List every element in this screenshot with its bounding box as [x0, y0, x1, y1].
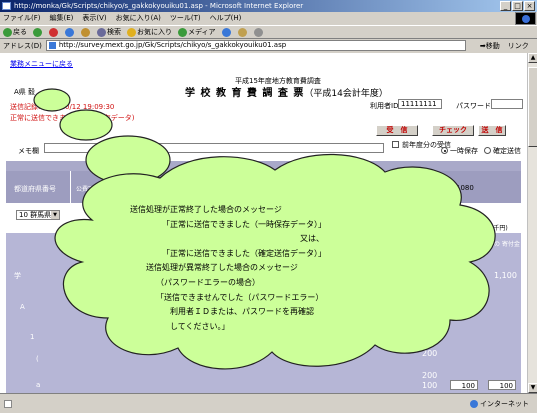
- cell-value: 1,100: [494, 271, 517, 280]
- page-content: 業務メニューに戻る A県 毅 平成15年度地方教育費調査 学 校 教 育 費 調…: [0, 53, 527, 393]
- ie-logo-icon: [515, 12, 536, 25]
- password-label: パスワード: [456, 102, 491, 110]
- value-input[interactable]: 100: [450, 380, 478, 390]
- temp-save-radio[interactable]: [441, 147, 448, 154]
- mail-button[interactable]: [237, 27, 248, 37]
- mail-icon: [237, 27, 247, 37]
- vertical-scrollbar[interactable]: ▲ ▼: [527, 53, 537, 393]
- receive-button[interactable]: 受 信: [376, 125, 418, 136]
- user-name: A県 毅: [14, 88, 36, 96]
- back-arrow-icon: [3, 27, 12, 37]
- statusbar: インターネット: [0, 393, 537, 413]
- history-button[interactable]: [221, 27, 232, 37]
- stop-button[interactable]: [49, 27, 59, 37]
- data-table: その他の 寄付金 学 A 1 ( a 1,100 200 200 100 100…: [6, 233, 521, 393]
- window-titlebar: http://monka/Gk/Scripts/chikyo/s_gakkoky…: [0, 0, 537, 12]
- minimize-button[interactable]: _: [500, 1, 511, 11]
- media-icon: [178, 27, 187, 37]
- row-label: 学: [14, 272, 21, 280]
- print-button[interactable]: [253, 27, 264, 37]
- toolbar: 戻る 検索 お気に入り メディア: [0, 25, 537, 39]
- search-icon: [97, 27, 106, 37]
- home-button[interactable]: [81, 27, 91, 37]
- send-button[interactable]: 送 信: [478, 125, 506, 136]
- menu-help[interactable]: ヘルプ(H): [210, 13, 242, 23]
- refresh-button[interactable]: [65, 27, 75, 37]
- star-icon: [127, 27, 136, 37]
- prev-year-checkbox[interactable]: [392, 141, 399, 148]
- refresh-icon: [65, 27, 74, 37]
- ie-icon: [2, 2, 11, 10]
- back-to-menu-link[interactable]: 業務メニューに戻る: [10, 59, 73, 69]
- media-button[interactable]: メディア: [178, 27, 216, 37]
- scroll-down-icon[interactable]: ▼: [528, 383, 537, 393]
- forward-button[interactable]: [33, 27, 43, 37]
- home-icon: [81, 27, 90, 37]
- scroll-thumb[interactable]: [528, 67, 537, 147]
- links-button[interactable]: リンク: [508, 41, 529, 51]
- menu-tools[interactable]: ツール(T): [170, 13, 201, 23]
- fiscal-year: （平成14会計年度）: [304, 89, 388, 99]
- user-id-input[interactable]: 11111111: [398, 99, 442, 109]
- sent-time: 送信記録:2004/10/12 19:09:30: [10, 103, 115, 111]
- public-funds-header: 公費？: [76, 186, 95, 193]
- row-label: A: [20, 303, 25, 311]
- memo-input[interactable]: [44, 143, 384, 153]
- address-label: アドレス(D): [3, 41, 42, 50]
- unit-label: (単位:千円): [477, 225, 508, 232]
- cell-value: 200: [422, 349, 438, 358]
- window-controls: _ □ ×: [500, 1, 535, 11]
- prefecture-number-header: 都道府県番号: [14, 185, 56, 193]
- scroll-up-icon[interactable]: ▲: [528, 53, 537, 63]
- close-button[interactable]: ×: [524, 1, 535, 11]
- menu-view[interactable]: 表示(V): [82, 13, 106, 23]
- final-send-radio[interactable]: [484, 147, 491, 154]
- security-zone: インターネット: [470, 399, 529, 409]
- forward-arrow-icon: [33, 27, 42, 37]
- page-icon: [4, 400, 12, 408]
- sent-status-message: 正常に送信できました(一時保存データ): [10, 114, 135, 122]
- address-input[interactable]: http://survey.mext.go.jp/Gk/Scripts/chik…: [45, 40, 466, 51]
- row-label: 1: [30, 333, 35, 341]
- menu-edit[interactable]: 編集(E): [50, 13, 74, 23]
- value-input[interactable]: 100: [488, 380, 516, 390]
- menubar: ファイル(F) 編集(E) 表示(V) お気に入り(A) ツール(T) ヘルプ(…: [0, 12, 537, 24]
- password-input[interactable]: [491, 99, 523, 109]
- temp-save-label: 一時保存: [450, 147, 478, 155]
- history-icon: [221, 27, 231, 37]
- table-divider: [70, 171, 71, 203]
- maximize-button[interactable]: □: [512, 1, 523, 11]
- row-label: (: [36, 355, 39, 363]
- user-id-label: 利用者ID: [370, 102, 399, 110]
- table-divider: [106, 171, 107, 203]
- cell-value: 100: [422, 381, 438, 390]
- prefecture-select[interactable]: 10 群馬県: [16, 210, 60, 220]
- check-button[interactable]: チェック: [432, 125, 474, 136]
- table-header-band: 日: [6, 161, 521, 171]
- favorites-button[interactable]: お気に入り: [127, 27, 172, 37]
- final-send-label: 確定送信: [493, 147, 521, 155]
- row-label: a: [36, 381, 41, 389]
- addressbar: アドレス(D) http://survey.mext.go.jp/Gk/Scri…: [0, 39, 537, 52]
- window-title: http://monka/Gk/Scripts/chikyo/s_gakkoky…: [14, 2, 304, 10]
- memo-label: メモ欄: [18, 147, 39, 155]
- other-donations-header: その他の 寄付金: [476, 241, 520, 248]
- page-title: 学 校 教 育 費 調 査 票（平成14会計年度）: [185, 88, 388, 99]
- stop-icon: [49, 27, 58, 37]
- go-button[interactable]: ➡移動: [480, 41, 500, 51]
- menu-file[interactable]: ファイル(F): [3, 13, 41, 23]
- menu-favorites[interactable]: お気に入り(A): [116, 13, 161, 23]
- school-code: 1080: [456, 184, 474, 192]
- table-header: 都道府県番号 公費？ 1080: [6, 171, 521, 203]
- print-icon: [253, 27, 263, 37]
- cell-value: 200: [422, 371, 438, 380]
- globe-icon: [470, 400, 478, 408]
- back-button[interactable]: 戻る: [3, 27, 27, 37]
- search-button[interactable]: 検索: [97, 27, 121, 37]
